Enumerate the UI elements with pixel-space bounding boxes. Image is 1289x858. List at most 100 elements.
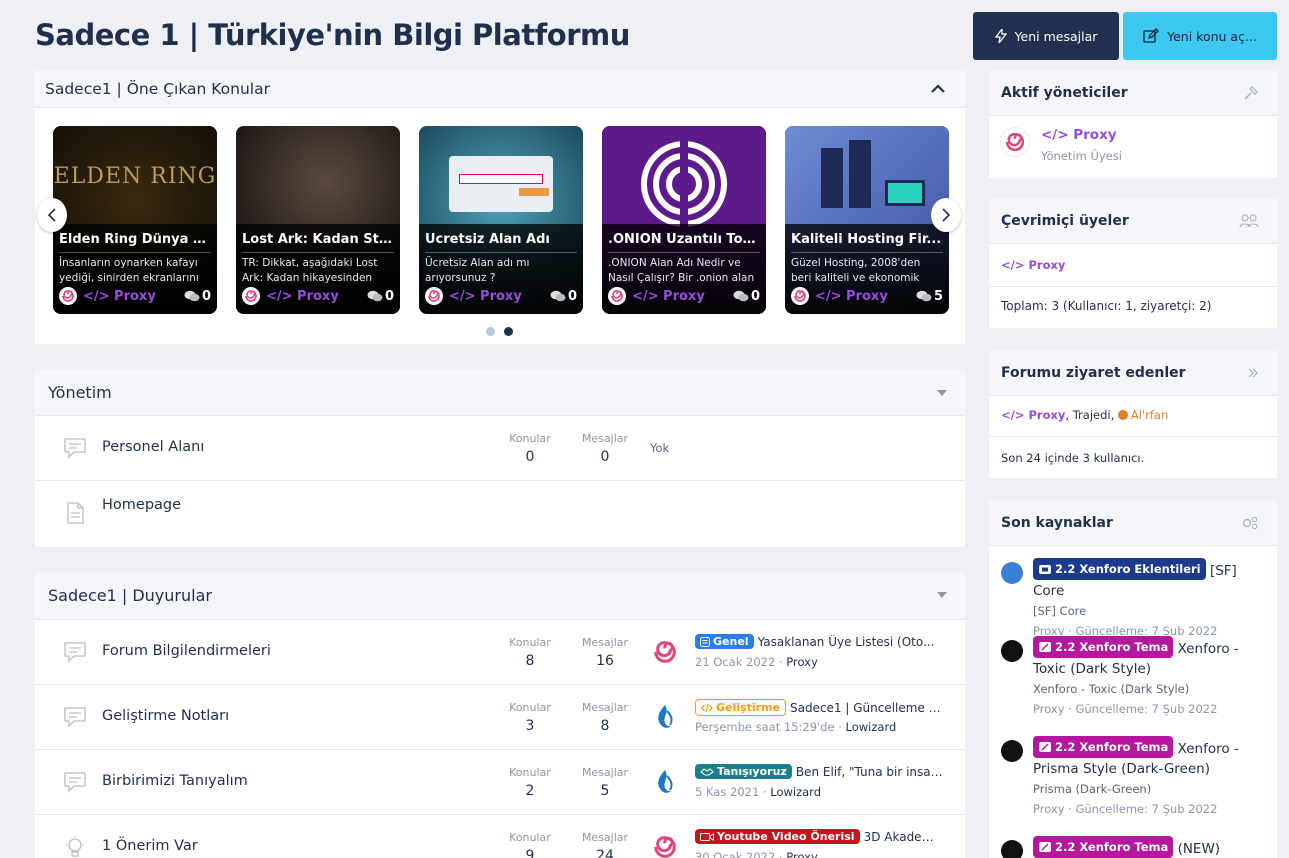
avatar[interactable] (791, 287, 809, 305)
category-header[interactable]: Sadece1 | Duyurular (35, 572, 965, 620)
avatar[interactable] (649, 831, 681, 858)
thread-prefix[interactable]: Genel (695, 634, 754, 649)
visitor-user[interactable]: </> Proxy (1001, 408, 1065, 422)
category-header[interactable]: Yönetim (35, 370, 965, 416)
avatar[interactable] (242, 287, 260, 305)
card-author[interactable]: </> Proxy (266, 289, 339, 304)
avatar[interactable] (425, 287, 443, 305)
card-author[interactable]: </> Proxy (83, 289, 156, 304)
carousel-prev-button[interactable] (37, 198, 67, 232)
avatar[interactable] (59, 287, 77, 305)
category-block: Yönetim Personel Alanı Konular 0 Mesajlar… (35, 370, 965, 547)
last-post-date[interactable]: Perşembe saat 15:29'de (695, 720, 835, 734)
featured-card[interactable]: .ONION Uzantılı Tor ... .ONION Alan Adı … (602, 126, 766, 314)
carousel-dot-active[interactable] (504, 327, 513, 336)
card-author[interactable]: </> Proxy (449, 289, 522, 304)
stat-label: Konular (509, 766, 551, 779)
forum-title[interactable]: Birbirimizi Tanıyalım (102, 773, 248, 789)
last-post-date[interactable]: 30 Ocak 2022 (695, 850, 775, 858)
resource-prefix[interactable]: 2.2 Xenforo Tema (1033, 636, 1174, 658)
forum-title[interactable]: Geliştirme Notları (102, 708, 229, 724)
forum-title[interactable]: Forum Bilgilendirmeleri (102, 643, 271, 659)
card-author[interactable]: </> Proxy (815, 289, 888, 304)
active-admins-title: Aktif yöneticiler (1001, 84, 1128, 101)
last-post-user[interactable]: Proxy (786, 850, 818, 858)
last-post-user[interactable]: Proxy (786, 655, 818, 669)
last-post-user[interactable]: Lowizard (770, 785, 821, 799)
forum-node: 1 Önerim Var Konular 9 Mesajlar 24 Youtube… (35, 815, 965, 858)
thread-prefix[interactable]: Tanışıyoruz (695, 764, 792, 779)
chevron-up-icon[interactable] (929, 80, 947, 98)
featured-card[interactable]: Kaliteli Hosting Fir... Güzel Hosting, 2… (785, 126, 949, 314)
featured-topics-header: Sadece1 | Öne Çıkan Konular (35, 70, 965, 108)
comments-icon (916, 290, 932, 302)
resource-icon[interactable] (1001, 640, 1023, 662)
resource-meta: Proxy · Güncelleme: 7 Şub 2022 (1033, 702, 1218, 716)
thread-prefix[interactable]: Geliştirme (695, 699, 786, 716)
online-members-header[interactable]: Çevrimiçi üyeler (989, 198, 1277, 244)
new-messages-button[interactable]: Yeni mesajlar (973, 12, 1119, 60)
hammer-icon (1244, 86, 1258, 100)
page-title: Sadece 1 | Türkiye'nin Bilgi Platformu (35, 18, 630, 52)
stat-label: Mesajlar (581, 636, 629, 649)
featured-card[interactable]: Lost Ark: Kadan Sto... TR: Dikkat, aşağı… (236, 126, 400, 314)
brush-icon (1039, 642, 1051, 652)
users-icon (1239, 214, 1259, 228)
online-members-title: Çevrimiçi üyeler (1001, 212, 1129, 229)
comments-icon (367, 290, 383, 302)
last-thread-title[interactable]: Ben Elif, "Tuna bir insan." (796, 765, 943, 779)
featured-card[interactable]: Ücretsiz Alan Adı Ücretsiz Alan adı mı a… (419, 126, 583, 314)
resource-title[interactable]: (NEW) (1178, 841, 1221, 857)
online-member[interactable]: </> Proxy (1001, 258, 1065, 272)
avatar[interactable] (649, 701, 681, 733)
avatar[interactable] (649, 766, 681, 798)
caret-down-icon[interactable] (937, 592, 947, 598)
new-topic-button[interactable]: Yeni konu aç... (1123, 12, 1277, 60)
avatar[interactable] (1001, 128, 1029, 156)
avatar[interactable] (649, 636, 681, 668)
visitor-user[interactable]: Al'rfan (1131, 408, 1168, 422)
last-thread-title[interactable]: Yasaklanan Üye Listesi (Oto... (758, 635, 935, 649)
double-chevron-right-icon[interactable] (1247, 365, 1259, 381)
visitor-user[interactable]: Trajedi (1073, 408, 1111, 422)
last-post-date[interactable]: 5 Kas 2021 (695, 785, 759, 799)
last-post-date[interactable]: 21 Ocak 2022 (695, 655, 775, 669)
resource-prefix[interactable]: 2.2 Xenforo Eklentileri (1033, 558, 1206, 580)
carousel-dots (486, 327, 513, 336)
category-title: Yönetim (48, 383, 112, 402)
resource-prefix[interactable]: 2.2 Xenforo Tema (1033, 836, 1174, 858)
thread-prefix[interactable]: Youtube Video Önerisi (695, 829, 860, 844)
last-post-none: Yok (650, 441, 670, 455)
card-author[interactable]: </> Proxy (632, 289, 705, 304)
plugin-icon (1039, 565, 1051, 574)
resource-icon[interactable] (1001, 840, 1023, 858)
forum-title[interactable]: Homepage (102, 497, 181, 513)
stat-label: Mesajlar (581, 831, 629, 844)
carousel-dot[interactable] (486, 327, 495, 336)
resource-tagline: Xenforo - Toxic (Dark Style) (1033, 682, 1190, 696)
featured-card[interactable]: ELDEN RING Elden Ring Dünya R... İnsanla… (53, 126, 217, 314)
forum-title[interactable]: Personel Alanı (102, 439, 204, 455)
resource-icon[interactable] (1001, 562, 1023, 584)
visitor-list: </> Proxy, Trajedi, Al'rfan (1001, 408, 1168, 422)
forum-visitors-header[interactable]: Forumu ziyaret edenler (989, 350, 1277, 396)
new-topic-label: Yeni konu aç... (1167, 28, 1257, 44)
avatar[interactable] (608, 287, 626, 305)
resource-prefix[interactable]: 2.2 Xenforo Tema (1033, 736, 1174, 758)
last-thread-title[interactable]: 3D Akademi H... (864, 830, 943, 844)
caret-down-icon[interactable] (937, 390, 947, 396)
forum-title[interactable]: 1 Önerim Var (102, 838, 198, 854)
resource-prefix-label: 2.2 Xenforo Tema (1055, 740, 1169, 754)
category-title: Sadece1 | Duyurular (48, 586, 212, 605)
forum-node: Forum Bilgilendirmeleri Konular 8 Mesajla… (35, 620, 965, 685)
list-icon (700, 636, 710, 647)
card-description: TR: Dikkat, aşağıdaki Lost Ark: Kadan hi… (242, 257, 378, 284)
last-post-user[interactable]: Lowizard (846, 720, 897, 734)
last-thread-title[interactable]: Sadece1 | Güncelleme No... (790, 701, 943, 715)
online-total: Toplam: 3 (Kullanıcı: 1, ziyaretçi: 2) (1001, 299, 1212, 313)
topic-count: 8 (525, 653, 535, 669)
admin-name[interactable]: </> Proxy (1041, 127, 1117, 143)
resource-icon[interactable] (1001, 740, 1023, 762)
latest-resources-header[interactable]: Son kaynaklar (989, 500, 1277, 546)
carousel-next-button[interactable] (931, 198, 961, 232)
